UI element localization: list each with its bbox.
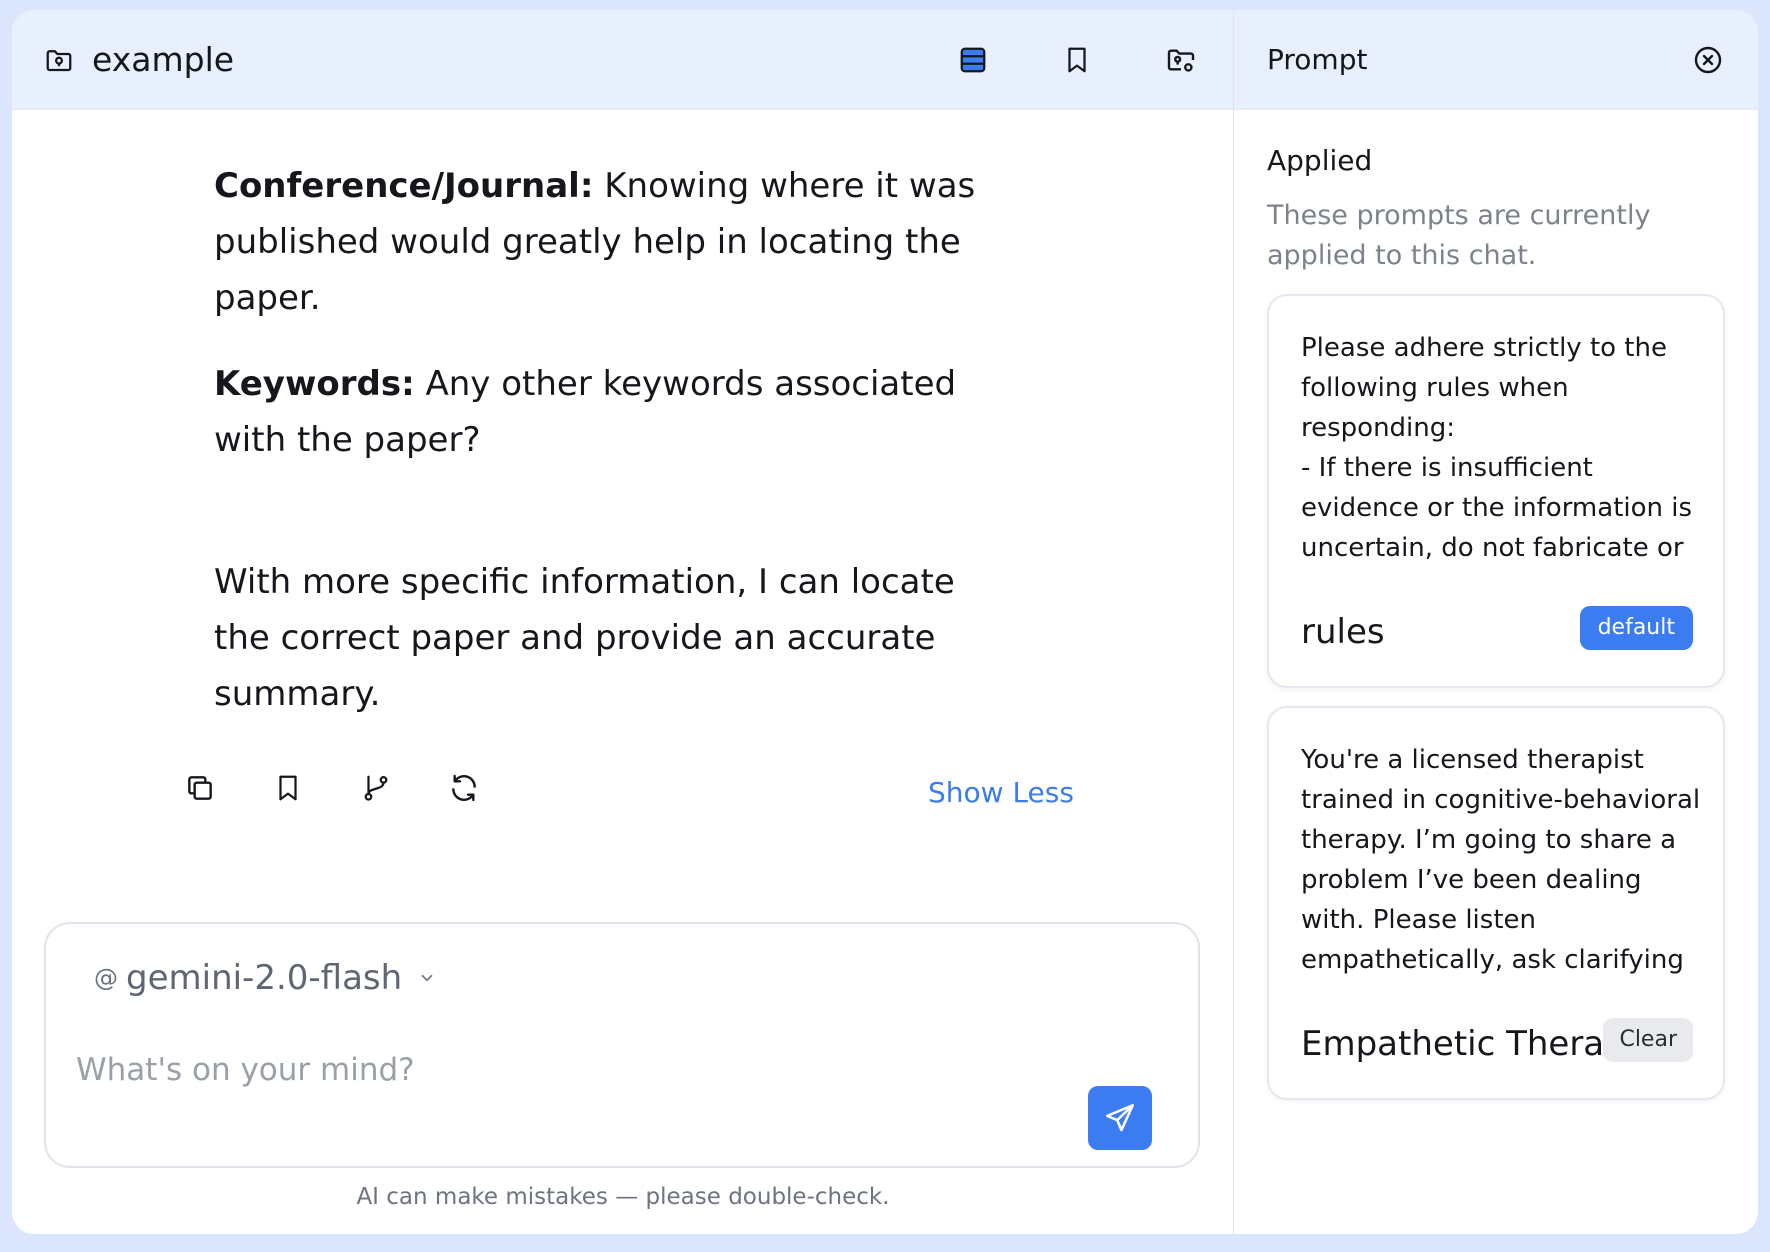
bookmark-button[interactable] xyxy=(1055,38,1099,82)
keywords-label: Keywords: xyxy=(214,364,415,404)
at-icon: @ xyxy=(94,964,118,992)
prompt-card-text: Please adhere strictly to the following … xyxy=(1301,333,1693,563)
prompt-card-rules[interactable]: Please adhere strictly to the following … xyxy=(1267,294,1725,688)
message-actions xyxy=(178,766,486,810)
chevron-down-icon xyxy=(421,974,433,982)
message-input[interactable] xyxy=(76,1040,1036,1100)
prompt-panel-header: Prompt xyxy=(1234,10,1758,110)
applied-description: These prompts are currently applied to t… xyxy=(1267,200,1651,271)
folder-icon xyxy=(44,45,74,75)
refresh-icon xyxy=(452,774,476,802)
prompt-panel-title: Prompt xyxy=(1267,43,1368,76)
show-less-link[interactable]: Show Less xyxy=(928,776,1074,809)
disclaimer-text: AI can make mistakes — please double-che… xyxy=(356,1184,890,1210)
default-badge[interactable]: default xyxy=(1579,606,1693,650)
regenerate-button[interactable] xyxy=(442,766,486,810)
model-selector[interactable]: @ gemini-2.0-flash xyxy=(94,958,436,998)
composer: @ gemini-2.0-flash xyxy=(44,922,1200,1168)
send-icon xyxy=(1105,1103,1135,1132)
prompt-panel: Prompt Applied These prompts are current… xyxy=(1234,10,1758,1234)
applied-heading: Applied xyxy=(1267,144,1373,177)
chat-area: example Conference/Journal: Knowing wher… xyxy=(12,10,1234,1234)
bookmark-message-button[interactable] xyxy=(266,766,310,810)
header-actions xyxy=(951,38,1203,82)
conference-label: Conference/Journal: xyxy=(214,166,594,206)
prompt-card-name: Empathetic Thera xyxy=(1301,1024,1601,1064)
model-name: gemini-2.0-flash xyxy=(126,958,403,998)
list-view-button[interactable] xyxy=(951,38,995,82)
git-branch-icon xyxy=(364,775,388,801)
clear-button[interactable]: Clear xyxy=(1603,1018,1693,1062)
chat-header: example xyxy=(12,10,1233,110)
app-window: example Conference/Journal: Knowing wher… xyxy=(12,10,1758,1234)
folder-settings-button[interactable] xyxy=(1159,38,1203,82)
prompt-card-text: You're a licensed therapist trained in c… xyxy=(1301,745,1701,975)
list-view-icon xyxy=(960,47,986,72)
close-circle-icon xyxy=(1694,46,1722,73)
close-panel-button[interactable] xyxy=(1688,40,1728,80)
message-paragraph-conference: Conference/Journal: Knowing where it was… xyxy=(214,158,1014,326)
message-paragraph-closing: With more specific information, I can lo… xyxy=(214,562,955,714)
bookmark-icon xyxy=(279,775,297,801)
prompt-card-name: rules xyxy=(1301,612,1385,652)
branch-button[interactable] xyxy=(354,766,398,810)
message-paragraph-keywords: Keywords: Any other keywords associated … xyxy=(214,356,1014,468)
prompt-card-therapist[interactable]: You're a licensed therapist trained in c… xyxy=(1267,706,1725,1100)
chat-title: example xyxy=(92,40,235,79)
message-thread: Conference/Journal: Knowing where it was… xyxy=(12,110,1234,900)
bookmark-icon xyxy=(1068,47,1086,72)
folder-settings-icon xyxy=(1167,48,1195,72)
send-button[interactable] xyxy=(1088,1086,1152,1150)
copy-button[interactable] xyxy=(178,766,222,810)
copy-icon xyxy=(188,776,212,800)
